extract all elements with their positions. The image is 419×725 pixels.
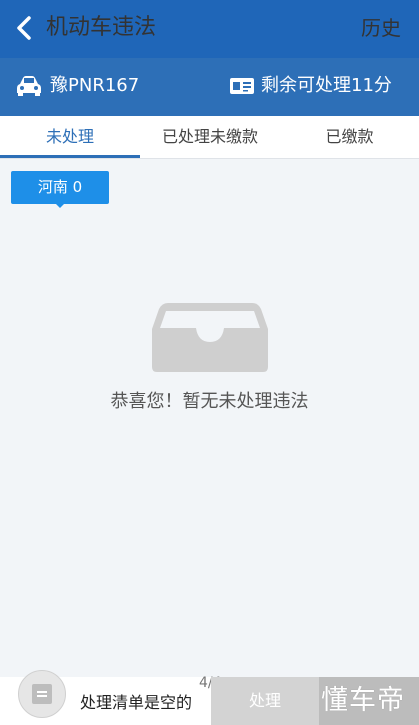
list-status-text: 处理清单是空的 — [80, 693, 193, 712]
car-icon — [17, 76, 41, 96]
tab-paid[interactable]: 已缴款 — [280, 116, 419, 159]
tab-bar: 未处理 已处理未缴款 已缴款 — [0, 116, 419, 159]
watermark-logo: 懂车帝 — [321, 685, 405, 716]
tab-unprocessed[interactable]: 未处理 — [0, 116, 140, 159]
license-plate: 豫PNR167 — [50, 75, 140, 96]
chevron-left-icon[interactable] — [12, 14, 36, 42]
region-badge-pointer — [55, 203, 65, 208]
id-card-icon — [230, 78, 254, 94]
page-title: 机动车违法 — [46, 15, 157, 40]
history-button[interactable]: 历史 — [361, 13, 401, 43]
tab-processed-unpaid[interactable]: 已处理未缴款 — [140, 116, 280, 159]
process-button[interactable]: 处理 — [211, 677, 319, 725]
empty-tray-icon — [152, 303, 268, 372]
active-tab-indicator — [0, 155, 140, 158]
empty-state-message: 恭喜您！暂无未处理违法 — [110, 391, 309, 412]
remaining-points: 剩余可处理11分 — [261, 75, 392, 96]
region-badge[interactable]: 河南 0 — [11, 171, 109, 204]
list-icon — [32, 684, 52, 704]
